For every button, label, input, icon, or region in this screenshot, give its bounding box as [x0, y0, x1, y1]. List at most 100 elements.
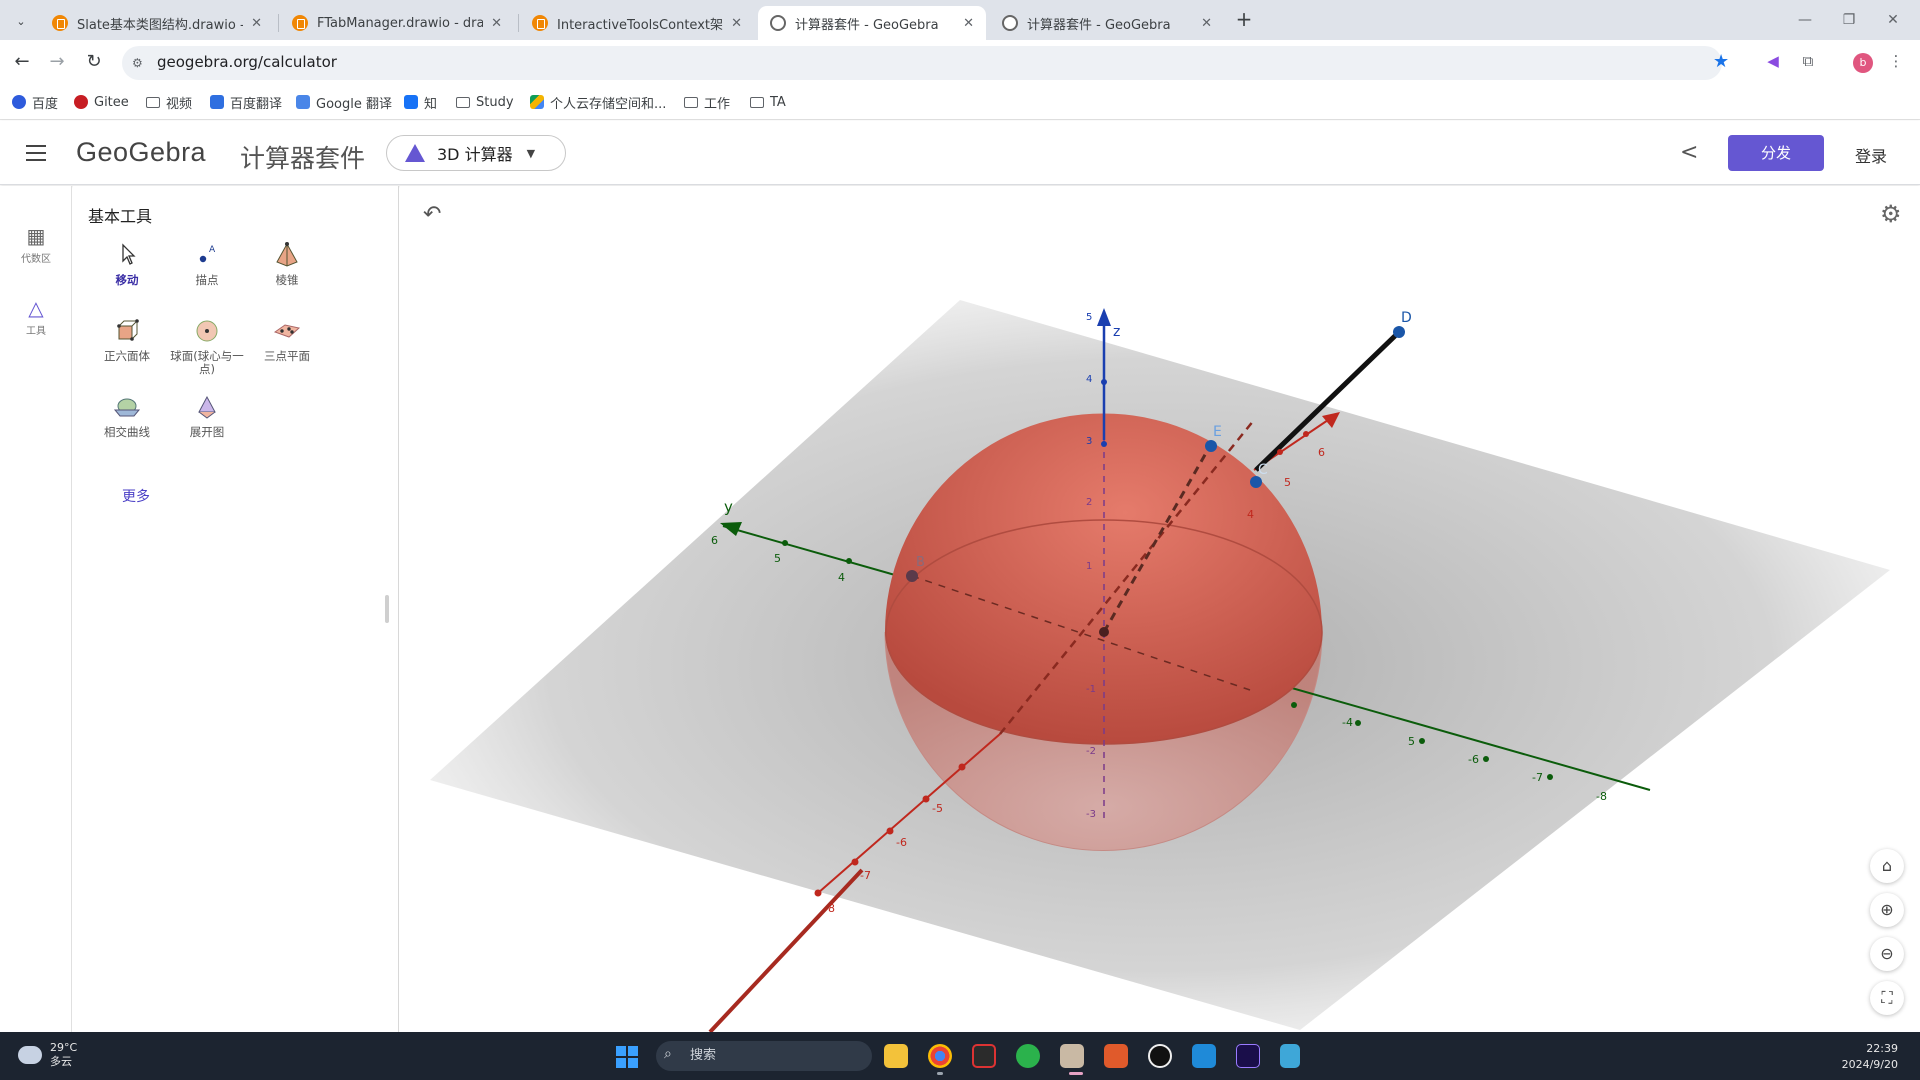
- rider-icon[interactable]: [972, 1044, 996, 1068]
- tick-label: -6: [1468, 753, 1479, 766]
- rail-item-tools[interactable]: △ 工具: [0, 296, 72, 337]
- app-selector-dropdown[interactable]: 3D 计算器 ▼: [386, 135, 566, 171]
- tab-close-icon[interactable]: ✕: [731, 16, 742, 31]
- bookmark-star-icon[interactable]: ★: [1713, 51, 1729, 72]
- browser-tab[interactable]: Slate基本类图结构.drawio - dr ✕: [40, 6, 274, 40]
- tick-label: 5: [1086, 312, 1092, 323]
- hamburger-menu-icon[interactable]: [26, 145, 46, 161]
- undo-icon[interactable]: ↶: [423, 202, 441, 227]
- bookmark-item[interactable]: Study: [456, 92, 514, 112]
- url-text[interactable]: geogebra.org/calculator: [157, 53, 337, 71]
- weather-text: 多云: [50, 1055, 72, 1068]
- tick-label: 4: [838, 571, 845, 584]
- login-button[interactable]: 登录: [1855, 143, 1887, 167]
- panel-resize-handle[interactable]: [385, 595, 389, 623]
- bookmark-label: 个人云存储空间和...: [550, 96, 667, 112]
- browser-tab-active[interactable]: 计算器套件 - GeoGebra ✕: [758, 6, 986, 40]
- browser-menu-icon[interactable]: ⋮: [1885, 52, 1907, 70]
- wechat-icon[interactable]: [1016, 1044, 1040, 1068]
- app-icon[interactable]: [1060, 1044, 1084, 1068]
- tool-cube[interactable]: 正六面体: [84, 316, 170, 363]
- svg-text:A: A: [209, 245, 216, 255]
- tool-move[interactable]: 移动: [84, 240, 170, 287]
- scene-3d[interactable]: 6 5 4 -8 -7 -6 5 -4 6 5 4 -5 -6 -7 -8 5 …: [400, 186, 1920, 1032]
- tab-search-chevron-icon[interactable]: ⌄: [10, 10, 32, 32]
- drawio-icon: [292, 15, 308, 31]
- tab-divider: [518, 14, 519, 32]
- premiere-icon[interactable]: [1236, 1044, 1260, 1068]
- app-selector-label: 3D 计算器: [437, 145, 513, 164]
- bookmark-item[interactable]: 百度: [12, 92, 58, 112]
- home-view-icon[interactable]: ⌂: [1870, 849, 1904, 883]
- share-icon[interactable]: <: [1680, 140, 1698, 165]
- tick-label: -5: [932, 802, 943, 815]
- bookmark-item[interactable]: 知: [404, 92, 437, 112]
- tick-label: 2: [1086, 497, 1092, 508]
- point-icon: A: [192, 240, 222, 270]
- geogebra-logo[interactable]: GeoGebra: [76, 137, 206, 168]
- more-tools-link[interactable]: 更多: [122, 486, 150, 506]
- pyramid-3d-icon: [405, 144, 425, 162]
- browser-tab[interactable]: FTabManager.drawio - draw.i ✕: [280, 6, 514, 40]
- address-bar[interactable]: [122, 46, 1722, 80]
- bookmark-item[interactable]: Gitee: [74, 92, 129, 112]
- notepad-icon[interactable]: [1280, 1044, 1300, 1068]
- file-explorer-icon[interactable]: [884, 1044, 908, 1068]
- tab-close-icon[interactable]: ✕: [1201, 16, 1212, 31]
- bookmark-item[interactable]: 百度翻译: [210, 92, 282, 112]
- taskbar-search-box[interactable]: 搜索: [656, 1041, 872, 1071]
- chrome-icon[interactable]: [928, 1044, 952, 1068]
- publish-button[interactable]: 分发: [1728, 135, 1824, 171]
- zoom-in-icon[interactable]: ⊕: [1870, 893, 1904, 927]
- tool-pyramid[interactable]: 棱锥: [244, 240, 330, 287]
- tool-sphere[interactable]: 球面(球心与一点): [164, 316, 250, 376]
- site-info-icon[interactable]: ⚙: [132, 56, 143, 70]
- browser-tab[interactable]: 计算器套件 - GeoGebra ✕: [990, 6, 1224, 40]
- bookmark-label: Google 翻译: [316, 96, 392, 112]
- bookmark-item[interactable]: Google 翻译: [296, 92, 392, 112]
- point-b[interactable]: [906, 570, 918, 582]
- tab-close-icon[interactable]: ✕: [963, 16, 974, 31]
- tool-plane[interactable]: 三点平面: [244, 316, 330, 363]
- system-clock[interactable]: 22:39 2024/9/20: [1842, 1041, 1898, 1073]
- window-close-icon[interactable]: ✕: [1878, 8, 1908, 32]
- tool-net[interactable]: 展开图: [164, 392, 250, 439]
- tab-close-icon[interactable]: ✕: [251, 16, 262, 31]
- windows-start-icon[interactable]: [616, 1046, 638, 1068]
- weather-widget[interactable]: 29°C 多云: [50, 1041, 77, 1069]
- new-tab-button[interactable]: +: [1232, 8, 1256, 32]
- bookmark-item[interactable]: 视频: [146, 92, 192, 112]
- tool-point[interactable]: A 描点: [164, 240, 250, 287]
- tool-label: 移动: [115, 273, 139, 287]
- graphics-3d-view[interactable]: 6 5 4 -8 -7 -6 5 -4 6 5 4 -5 -6 -7 -8 5 …: [400, 186, 1920, 1032]
- restore-icon[interactable]: ❐: [1834, 8, 1864, 32]
- tab-close-icon[interactable]: ✕: [491, 16, 502, 31]
- drawio-app-icon[interactable]: [1104, 1044, 1128, 1068]
- tool-intersect-curve[interactable]: 相交曲线: [84, 392, 170, 439]
- bookmark-item[interactable]: 个人云存储空间和...: [530, 92, 666, 112]
- point-d[interactable]: [1393, 326, 1405, 338]
- forward-arrow-icon[interactable]: →: [45, 50, 69, 74]
- cloud-weather-icon[interactable]: [18, 1046, 42, 1064]
- bookmark-label: 工作: [704, 96, 731, 112]
- settings-gear-icon[interactable]: ⚙: [1880, 200, 1902, 228]
- profile-avatar[interactable]: b: [1853, 53, 1873, 73]
- extension-icon[interactable]: ◀: [1762, 52, 1784, 70]
- bookmark-item[interactable]: TA: [750, 92, 786, 112]
- bookmark-item[interactable]: 工作: [684, 92, 730, 112]
- bookmarks-bar: [0, 84, 1920, 120]
- minimize-icon[interactable]: —: [1790, 8, 1820, 32]
- rail-item-algebra[interactable]: ▦ 代数区: [0, 224, 72, 265]
- unreal-engine-icon[interactable]: [1148, 1044, 1172, 1068]
- point-e[interactable]: [1205, 440, 1217, 452]
- vscode-icon[interactable]: [1192, 1044, 1216, 1068]
- extensions-puzzle-icon[interactable]: ⧉: [1797, 52, 1819, 70]
- fullscreen-icon[interactable]: ⛶: [1870, 981, 1904, 1015]
- tick-label: -2: [1086, 746, 1096, 757]
- zoom-out-icon[interactable]: ⊖: [1870, 937, 1904, 971]
- back-arrow-icon[interactable]: ←: [10, 50, 34, 74]
- browser-tab[interactable]: InteractiveToolsContext架构.c ✕: [520, 6, 754, 40]
- reload-icon[interactable]: ↻: [82, 50, 106, 74]
- tick-label: -8: [1596, 790, 1607, 803]
- tick-label: 4: [1086, 374, 1092, 385]
